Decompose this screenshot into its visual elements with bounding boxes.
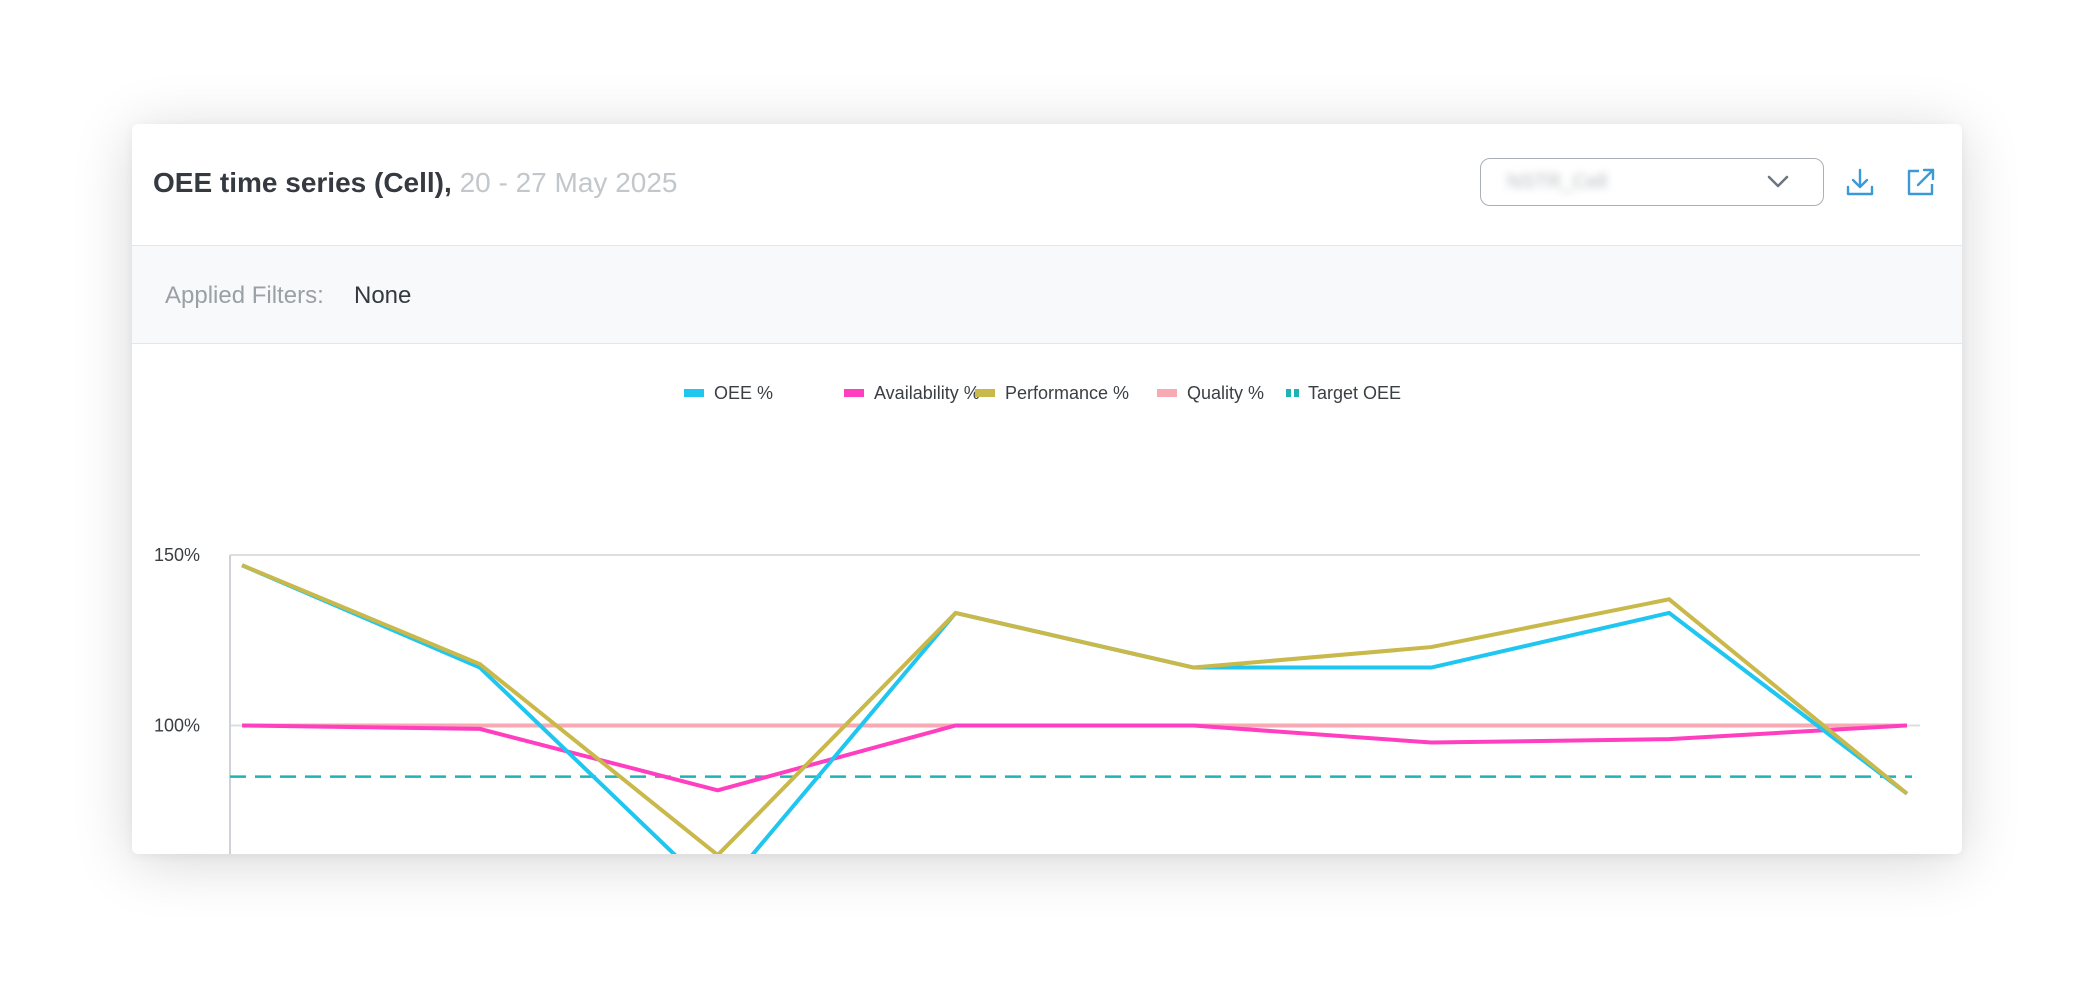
external-link-icon[interactable] — [1905, 166, 1937, 198]
card-header: OEE time series (Cell), 20 - 27 May 2025… — [132, 124, 1962, 246]
applied-filters-bar: Applied Filters: None — [132, 246, 1962, 344]
date-range: 20 - 27 May 2025 — [459, 167, 678, 198]
series-line-oee — [241, 563, 1909, 854]
dropdown-value: NSTR_Cell — [1507, 171, 1608, 193]
applied-filters-label: Applied Filters: — [165, 282, 324, 309]
legend-label-oee: OEE % — [714, 383, 773, 403]
legend-label-performance: Performance % — [1005, 383, 1129, 403]
cell-select-dropdown[interactable]: NSTR_Cell — [1480, 158, 1824, 206]
legend-label-quality: Quality % — [1187, 383, 1264, 403]
legend-swatch-availability — [844, 389, 864, 397]
oee-chart-card: OEE time series (Cell), 20 - 27 May 2025… — [132, 124, 1962, 854]
legend-swatch-quality — [1157, 389, 1177, 397]
y-tick-label: 150% — [154, 545, 200, 565]
chevron-down-icon — [1767, 175, 1789, 188]
chart-title: OEE time series (Cell), — [153, 167, 452, 198]
y-tick-label: 100% — [154, 716, 200, 736]
legend-swatch-target — [1286, 389, 1291, 397]
card-title: OEE time series (Cell), 20 - 27 May 2025 — [153, 166, 678, 200]
legend-label-availability: Availability % — [874, 383, 980, 403]
applied-filters-value: None — [354, 282, 412, 309]
series-line-performance — [241, 563, 1909, 854]
oee-line-chart: 50%100%150%20-May21-May22-May23-May24-Ma… — [154, 383, 1920, 854]
legend-swatch-target-2 — [1294, 389, 1299, 397]
legend-label-target: Target OEE — [1308, 383, 1401, 403]
download-icon[interactable] — [1844, 166, 1876, 198]
legend-swatch-oee — [684, 389, 704, 397]
series-line-availability — [241, 723, 1908, 793]
legend-swatch-performance — [975, 389, 995, 397]
